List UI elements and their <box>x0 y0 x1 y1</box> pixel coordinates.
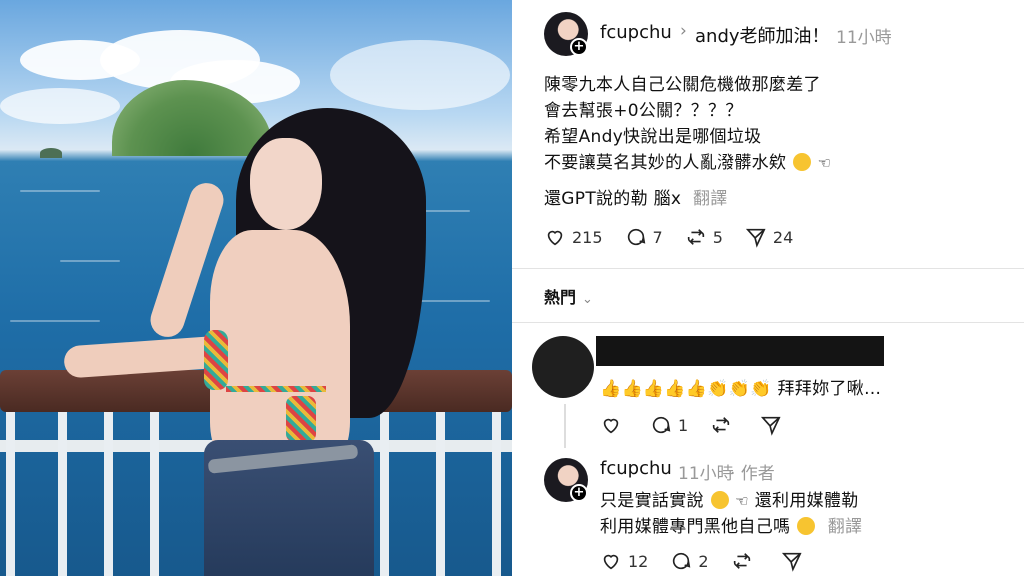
like-button[interactable]: 215 <box>544 226 603 248</box>
post-text-line: 希望Andy快說出是哪個垃圾 <box>544 127 762 147</box>
username[interactable]: fcupchu <box>600 22 672 43</box>
share-icon <box>781 552 802 572</box>
bikini-top <box>204 330 228 390</box>
reply-text: 只是實話實說 <box>600 491 704 511</box>
wave <box>20 190 100 192</box>
post-text-line: 不要讓莫名其妙的人亂潑髒水欸 <box>544 153 787 173</box>
plus-icon[interactable]: + <box>570 484 588 502</box>
like-count: 215 <box>572 227 603 247</box>
sort-label: 熱門 <box>544 288 577 307</box>
reply-text: 還利用媒體勒 <box>754 491 859 511</box>
wave <box>10 320 100 322</box>
railing-post <box>380 412 389 576</box>
reply-to-label[interactable]: andy老師加油！ <box>695 22 830 48</box>
surprised-emoji <box>710 491 729 509</box>
share-icon <box>745 228 766 248</box>
thumbs-up-emoji: 👍👍👍👍👍 <box>600 379 708 399</box>
point-left-emoji: ☜ <box>735 492 749 510</box>
repost-icon <box>687 229 704 245</box>
post-text-line: 會去幫張+0公關？？？？ <box>544 101 743 121</box>
reply-text: 拜拜妳了啾… <box>777 379 882 399</box>
railing-post <box>436 412 445 576</box>
repost-button[interactable] <box>710 414 738 436</box>
post-text-line: 陳零九本人自己公關危機做那麼差了 <box>544 75 821 95</box>
railing-post <box>58 412 67 576</box>
divider <box>512 268 1024 269</box>
heart-icon <box>547 230 563 246</box>
comment-count: 1 <box>678 415 689 435</box>
islet <box>40 148 62 158</box>
face <box>250 138 322 230</box>
clap-emoji: 👏👏👏 <box>707 379 772 399</box>
post-photo[interactable] <box>0 0 512 576</box>
share-button[interactable]: 24 <box>745 226 793 248</box>
post-text-line: 還GPT說的勒 腦x <box>544 189 682 209</box>
reply-arrow-icon: › <box>680 21 687 41</box>
reply-time: 11小時 <box>678 464 734 484</box>
comment-icon <box>652 416 671 434</box>
railing-post <box>492 412 501 576</box>
share-icon <box>761 416 781 436</box>
like-button[interactable]: 12 <box>600 550 648 572</box>
comment-count: 7 <box>652 227 663 247</box>
translate-link[interactable]: 翻譯 <box>693 189 728 209</box>
redacted-avatar[interactable] <box>532 336 594 398</box>
repost-button[interactable] <box>731 550 759 572</box>
thread-line <box>564 404 566 448</box>
comment-button[interactable]: 7 <box>625 226 663 248</box>
comment-icon <box>673 552 691 570</box>
cloud <box>330 40 510 110</box>
chevron-down-icon: ⌄ <box>582 292 593 307</box>
share-button[interactable] <box>781 550 809 572</box>
translate-link[interactable]: 翻譯 <box>828 517 863 537</box>
plus-icon[interactable]: + <box>570 38 588 56</box>
railing-post <box>104 412 113 576</box>
back <box>210 230 350 470</box>
railing-post <box>150 412 159 576</box>
point-left-emoji: ☜ <box>817 154 832 172</box>
reply-actions: 1 <box>600 414 810 436</box>
heart-icon <box>603 418 619 434</box>
reply-text: 利用媒體專門黑他自己嗎 <box>600 517 791 537</box>
redacted-username <box>596 336 884 366</box>
comment-count: 2 <box>698 551 709 571</box>
bikini-tie <box>286 396 316 442</box>
comment-button[interactable]: 2 <box>670 550 709 572</box>
like-count: 12 <box>628 551 649 571</box>
heart-icon <box>603 554 619 570</box>
repost-count: 5 <box>712 227 723 247</box>
comment-icon <box>627 228 645 246</box>
share-count: 24 <box>772 227 794 247</box>
share-button[interactable] <box>760 414 788 436</box>
divider <box>512 322 1024 323</box>
sort-dropdown[interactable]: 熱門 ⌄ <box>544 284 593 308</box>
wave <box>60 260 120 262</box>
reply-actions: 12 2 <box>600 550 831 572</box>
author-tag: · 作者 <box>730 464 775 484</box>
repost-icon <box>713 417 730 433</box>
post-actions: 215 7 5 24 <box>544 226 815 248</box>
repost-icon <box>733 553 750 569</box>
surprised-emoji <box>792 153 811 171</box>
post-time: 11小時 <box>836 28 892 48</box>
railing-post <box>6 412 15 576</box>
username[interactable]: fcupchu <box>600 458 672 479</box>
bikini-strap <box>226 386 326 392</box>
cloud <box>0 88 120 124</box>
repost-button[interactable]: 5 <box>685 226 723 248</box>
sweat-smile-emoji <box>797 517 816 535</box>
comment-button[interactable]: 1 <box>650 414 688 436</box>
like-button[interactable] <box>600 414 628 436</box>
wave <box>420 300 490 302</box>
